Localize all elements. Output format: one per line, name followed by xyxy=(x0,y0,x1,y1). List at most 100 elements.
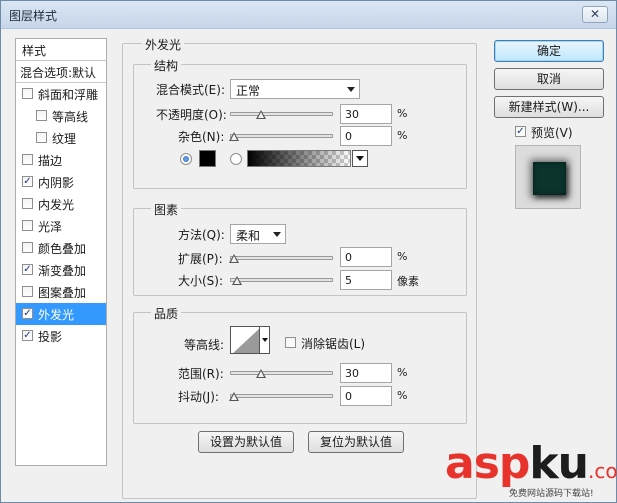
style-item-pattern-overlay[interactable]: 图案叠加 xyxy=(16,281,106,303)
method-select[interactable]: 柔和 xyxy=(230,224,286,244)
new-style-button[interactable]: 新建样式(W)... xyxy=(494,96,604,118)
style-item-texture[interactable]: 纹理 xyxy=(16,127,106,149)
style-item-drop-shadow[interactable]: ✓ 投影 xyxy=(16,325,106,347)
chevron-down-icon xyxy=(347,87,355,92)
jitter-slider[interactable] xyxy=(229,390,333,402)
style-item-label: 投影 xyxy=(38,330,63,344)
solid-color-radio[interactable] xyxy=(180,153,192,165)
spread-input[interactable]: 0 xyxy=(340,247,392,267)
noise-label: 杂色(N): xyxy=(178,130,225,144)
close-button[interactable]: ✕ xyxy=(582,6,608,23)
style-item-label: 内发光 xyxy=(38,198,75,212)
checkbox[interactable] xyxy=(22,88,33,99)
gradient-radio[interactable] xyxy=(230,153,242,165)
spread-unit: % xyxy=(397,250,408,263)
preview-checkbox-row[interactable]: ✓ 预览(V) xyxy=(515,124,595,140)
quality-group: 品质 等高线: 消除锯齿(L) 范围(R): 30 % 抖动(J): 0 % xyxy=(133,305,467,424)
quality-title: 品质 xyxy=(151,305,182,322)
checkbox[interactable]: ✓ xyxy=(22,308,33,319)
noise-unit: % xyxy=(397,129,408,142)
contour-preview[interactable] xyxy=(230,326,260,354)
watermark-logo: aspku.com xyxy=(445,442,617,486)
title-bar[interactable]: 图层样式 ✕ xyxy=(1,1,616,29)
style-item-label: 图案叠加 xyxy=(38,286,87,300)
style-list: 样式 混合选项:默认 斜面和浮雕 等高线 纹理 描边 ✓ 内阴影 内发光 光泽 … xyxy=(15,38,107,466)
slider-thumb[interactable] xyxy=(256,369,266,378)
range-slider[interactable] xyxy=(230,367,333,379)
outer-glow-group: 外发光 结构 混合模式(E): 正常 不透明度(O): 30 % 杂色(N): xyxy=(122,36,477,499)
contour-dropdown-button[interactable] xyxy=(260,326,270,354)
style-item-inner-shadow[interactable]: ✓ 内阴影 xyxy=(16,171,106,193)
elements-group: 图素 方法(Q): 柔和 扩展(P): 0 % 大小(S): 5 像素 xyxy=(133,201,467,296)
style-item-gradient-overlay[interactable]: ✓ 渐变叠加 xyxy=(16,259,106,281)
style-item-color-overlay[interactable]: 颜色叠加 xyxy=(16,237,106,259)
preview-checkbox[interactable]: ✓ xyxy=(515,126,526,137)
slider-track xyxy=(230,278,333,282)
checkbox[interactable] xyxy=(22,154,33,165)
antialias-label: 消除锯齿(L) xyxy=(301,337,366,351)
style-item-contour[interactable]: 等高线 xyxy=(16,105,106,127)
jitter-unit: % xyxy=(397,389,408,402)
size-unit: 像素 xyxy=(397,275,419,288)
window-title: 图层样式 xyxy=(9,9,58,23)
style-item-label: 光泽 xyxy=(38,220,63,234)
slider-thumb[interactable] xyxy=(229,254,239,263)
checkbox[interactable] xyxy=(22,198,33,209)
noise-slider[interactable] xyxy=(229,130,333,142)
gradient-picker[interactable] xyxy=(247,150,351,167)
cancel-button[interactable]: 取消 xyxy=(494,68,604,90)
jitter-input[interactable]: 0 xyxy=(340,386,392,406)
style-item-label: 描边 xyxy=(38,154,63,168)
jitter-label: 抖动(J): xyxy=(178,390,219,404)
checkbox[interactable]: ✓ xyxy=(22,330,33,341)
slider-thumb[interactable] xyxy=(229,392,239,401)
slider-track xyxy=(230,394,333,398)
chevron-down-icon xyxy=(273,232,281,237)
elements-title: 图素 xyxy=(151,201,182,218)
style-item-label: 外发光 xyxy=(38,308,75,322)
slider-thumb[interactable] xyxy=(232,276,242,285)
styles-header[interactable]: 样式 xyxy=(16,39,106,61)
style-item-stroke[interactable]: 描边 xyxy=(16,149,106,171)
style-item-bevel-emboss[interactable]: 斜面和浮雕 xyxy=(16,83,106,105)
checkbox[interactable]: ✓ xyxy=(22,176,33,187)
slider-thumb[interactable] xyxy=(256,110,266,119)
style-item-satin[interactable]: 光泽 xyxy=(16,215,106,237)
style-item-inner-glow[interactable]: 内发光 xyxy=(16,193,106,215)
watermark-part-3: .com xyxy=(587,459,617,483)
slider-thumb[interactable] xyxy=(229,132,239,141)
checkbox[interactable]: ✓ xyxy=(22,264,33,275)
style-item-label: 颜色叠加 xyxy=(38,242,87,256)
opacity-slider[interactable] xyxy=(230,108,333,120)
checkbox[interactable] xyxy=(22,286,33,297)
noise-input[interactable]: 0 xyxy=(340,126,392,146)
glow-color-swatch[interactable] xyxy=(199,150,216,167)
dialog-body: 样式 混合选项:默认 斜面和浮雕 等高线 纹理 描边 ✓ 内阴影 内发光 光泽 … xyxy=(1,30,616,502)
style-item-label: 渐变叠加 xyxy=(38,264,87,278)
preview-label: 预览(V) xyxy=(531,126,573,140)
spread-slider[interactable] xyxy=(229,252,333,264)
style-item-outer-glow[interactable]: ✓ 外发光 xyxy=(16,303,106,325)
antialias-checkbox[interactable] xyxy=(285,337,296,348)
make-default-button[interactable]: 设置为默认值 xyxy=(198,431,294,453)
style-item-label: 纹理 xyxy=(52,132,77,146)
watermark-part-1: asp xyxy=(445,438,530,489)
opacity-input[interactable]: 30 xyxy=(340,104,392,124)
ok-button[interactable]: 确定 xyxy=(494,40,604,62)
checkbox[interactable] xyxy=(36,110,47,121)
slider-track xyxy=(230,371,333,375)
blend-mode-select[interactable]: 正常 xyxy=(230,79,360,99)
checkbox[interactable] xyxy=(36,132,47,143)
gradient-dropdown-button[interactable] xyxy=(352,150,368,167)
antialias-checkbox-row[interactable]: 消除锯齿(L) xyxy=(285,335,375,351)
range-input[interactable]: 30 xyxy=(340,363,392,383)
style-item-label: 等高线 xyxy=(52,110,89,124)
checkbox[interactable] xyxy=(22,242,33,253)
size-input[interactable]: 5 xyxy=(340,270,392,290)
size-slider[interactable] xyxy=(230,274,333,286)
watermark-subtitle: 免费网站源码下载站! xyxy=(509,489,594,499)
checkbox[interactable] xyxy=(22,220,33,231)
style-item-label: 内阴影 xyxy=(38,176,75,190)
blend-options-item[interactable]: 混合选项:默认 xyxy=(16,61,106,83)
reset-default-button[interactable]: 复位为默认值 xyxy=(308,431,404,453)
